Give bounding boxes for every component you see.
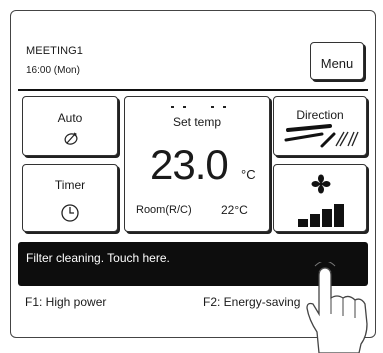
set-temp-panel[interactable]: Set temp 23.0 °C Room(R/C) 22°C <box>124 96 270 232</box>
fan-speed-button[interactable] <box>273 164 367 232</box>
f1-label: F1: High power <box>25 295 107 309</box>
fan-speed-bar <box>334 204 344 227</box>
timer-button[interactable]: Timer <box>22 164 118 232</box>
set-temp-value: 23.0 <box>150 141 229 188</box>
fan-speed-bar <box>298 219 308 227</box>
set-temp-unit: °C <box>241 167 256 182</box>
fan-speed-bar <box>322 209 332 227</box>
adjust-indicator-icon <box>171 106 226 108</box>
fan-speed-bar <box>310 214 320 227</box>
fan-icon <box>311 174 331 194</box>
mode-button[interactable]: Auto <box>22 96 118 156</box>
f2-label: F2: Energy-saving <box>203 295 301 309</box>
auto-mode-icon <box>64 132 78 145</box>
clock-display: 16:00 (Mon) <box>26 65 80 76</box>
fan-speed-bars-icon <box>298 204 344 227</box>
direction-label: Direction <box>296 108 344 122</box>
set-temp-label: Set temp <box>172 115 222 129</box>
mode-label: Auto <box>57 111 83 125</box>
clock-icon <box>61 204 79 222</box>
room-temp-label: Room(R/C) <box>136 204 192 216</box>
direction-button[interactable]: Direction <box>273 96 367 156</box>
room-temp-value: 22°C <box>221 203 248 217</box>
timer-label: Timer <box>54 178 86 192</box>
hand-pointer-icon <box>306 262 368 353</box>
menu-button[interactable]: Menu <box>310 42 364 80</box>
group-name: MEETING1 <box>26 45 84 57</box>
vane-direction-icon <box>284 124 359 148</box>
header-divider <box>18 89 368 91</box>
